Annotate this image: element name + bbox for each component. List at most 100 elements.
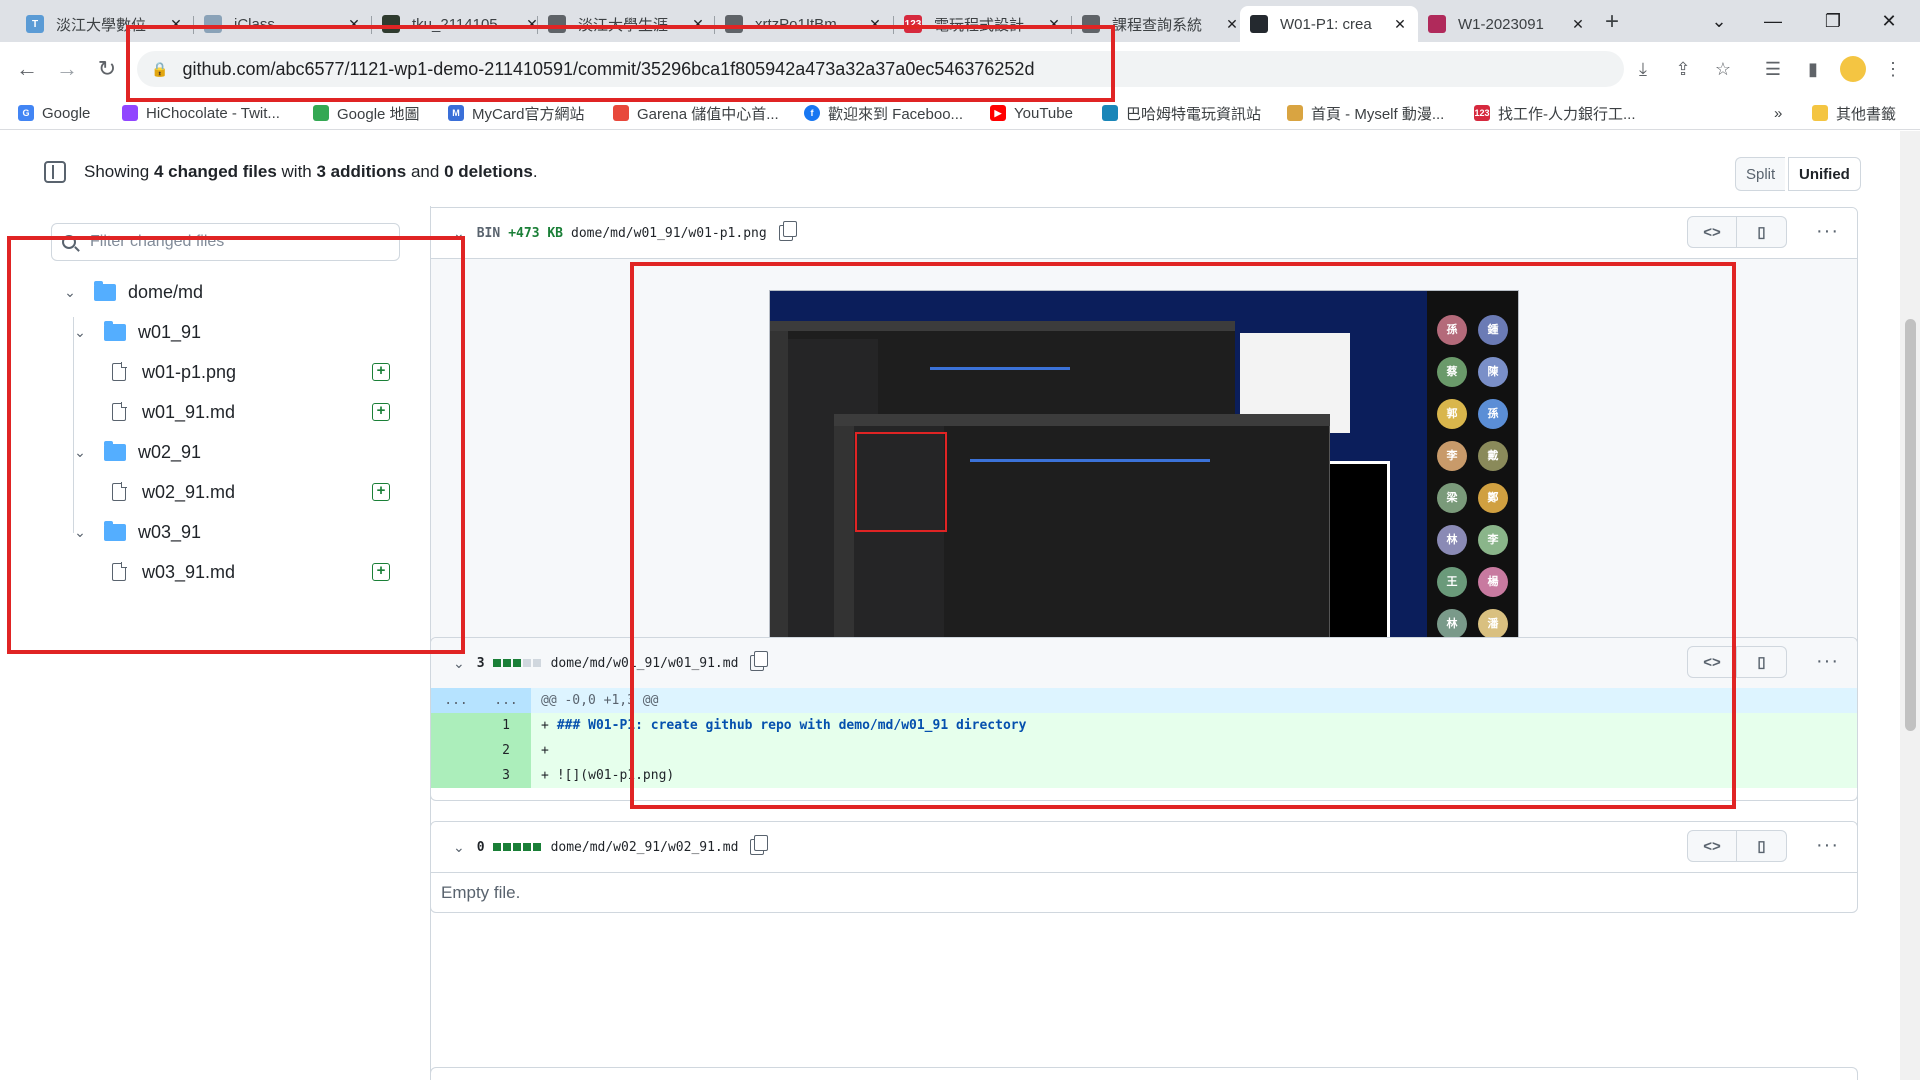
tree-folder-dome-md[interactable]: ⌄ dome/md: [60, 275, 203, 309]
chevron-down-icon[interactable]: ⌄: [453, 839, 465, 856]
browser-menu-icon[interactable]: ⋮: [1880, 56, 1906, 82]
bookmark-label: 首頁 - Myself 動漫...: [1311, 105, 1445, 123]
bookmark-garena[interactable]: Garena 儲值中心首...: [613, 102, 779, 124]
file-path[interactable]: dome/md/w01_91/w01_91.md: [551, 656, 739, 671]
file-view-icon[interactable]: ▯: [1737, 646, 1787, 678]
bookmarks-overflow-button[interactable]: »: [1774, 102, 1782, 124]
reload-icon[interactable]: ↻: [92, 54, 122, 84]
filter-changed-files-input[interactable]: Filter changed files: [51, 223, 400, 261]
tab-2[interactable]: iClass ✕: [194, 6, 372, 42]
copy-icon[interactable]: [750, 651, 769, 671]
file-view-icon[interactable]: ▯: [1737, 830, 1787, 862]
chevron-down-icon[interactable]: ⌄: [453, 655, 465, 672]
bookmark-facebook[interactable]: f 歡迎來到 Faceboo...: [804, 102, 963, 124]
more-options-icon[interactable]: ···: [1816, 834, 1839, 857]
new-line-number[interactable]: 1: [481, 713, 531, 738]
minimize-button[interactable]: —: [1750, 6, 1796, 36]
bahamut-icon: [1102, 105, 1118, 121]
page-scrollbar[interactable]: [1900, 131, 1920, 1080]
scrollbar-thumb[interactable]: [1905, 319, 1916, 731]
bookmark-myself[interactable]: 首頁 - Myself 動漫...: [1287, 102, 1444, 124]
bookmark-mycard[interactable]: M MyCard官方網站: [448, 102, 585, 124]
tab-3[interactable]: tku_2114105 ✕: [372, 6, 550, 42]
close-window-button[interactable]: ✕: [1866, 6, 1912, 36]
reading-list-icon[interactable]: ☰: [1760, 56, 1786, 82]
tree-folder-w02[interactable]: ⌄ w02_91: [70, 435, 201, 469]
tab-1[interactable]: T 淡江大學數位 ✕: [16, 6, 194, 42]
github-commit-page: Showing 4 changed files with 3 additions…: [0, 131, 1900, 1080]
close-tab-icon[interactable]: ✕: [1224, 16, 1240, 33]
code-view-icon[interactable]: <>: [1687, 216, 1737, 248]
diffstat-bar: [492, 843, 543, 851]
new-tab-button[interactable]: +: [1598, 8, 1626, 36]
share-icon[interactable]: ⇪: [1670, 56, 1696, 82]
new-line-number[interactable]: 3: [481, 763, 531, 788]
tab-active-commit[interactable]: W01-P1: crea ✕: [1240, 6, 1418, 42]
split-view-button[interactable]: Split: [1735, 157, 1786, 191]
lock-icon: 🔒: [151, 60, 169, 77]
tree-folder-w01[interactable]: ⌄ w01_91: [70, 315, 201, 349]
sidebar-toggle-icon[interactable]: [44, 161, 66, 183]
tree-file-w01-p1-png[interactable]: w01-p1.png: [112, 355, 236, 389]
binary-label: BIN: [476, 225, 501, 241]
mycard-icon: M: [448, 105, 464, 121]
side-panel-icon[interactable]: ▮: [1800, 56, 1826, 82]
tab-search-icon[interactable]: ⌄: [1696, 6, 1742, 36]
restore-button[interactable]: ❐: [1810, 6, 1856, 36]
code-view-icon[interactable]: <>: [1687, 646, 1737, 678]
folder-icon: [104, 520, 126, 541]
close-tab-icon[interactable]: ✕: [168, 16, 184, 33]
tree-file-w02-91-md[interactable]: w02_91.md: [112, 475, 235, 509]
old-line-number[interactable]: [431, 763, 481, 788]
bookmark-twitch[interactable]: HiChocolate - Twit...: [122, 102, 280, 124]
close-tab-icon[interactable]: ✕: [1046, 16, 1062, 33]
close-tab-icon[interactable]: ✕: [1392, 16, 1408, 33]
copy-icon[interactable]: [750, 835, 769, 855]
more-options-icon[interactable]: ···: [1816, 220, 1839, 243]
tab-6[interactable]: 123 電玩程式設計 ✕: [894, 6, 1072, 42]
old-line-number[interactable]: [431, 738, 481, 763]
new-line-number[interactable]: 2: [481, 738, 531, 763]
bookmark-google[interactable]: G Google: [18, 102, 90, 124]
other-bookmarks[interactable]: 其他書籤: [1812, 102, 1896, 124]
close-tab-icon[interactable]: ✕: [867, 16, 883, 33]
bookmark-google-maps[interactable]: Google 地圖: [313, 102, 420, 124]
chevron-down-icon: ⌄: [74, 323, 86, 340]
file-path[interactable]: dome/md/w01_91/w01-p1.png: [571, 226, 767, 241]
expand-down-button[interactable]: ...: [481, 688, 531, 713]
unified-view-button[interactable]: Unified: [1788, 157, 1861, 191]
tab-7[interactable]: 課程查詢系統 ✕: [1072, 6, 1250, 42]
summary-text: Showing: [84, 162, 150, 181]
close-tab-icon[interactable]: ✕: [690, 16, 706, 33]
tab-4[interactable]: 淡江大學生涯 ✕: [538, 6, 716, 42]
expand-up-button[interactable]: ...: [431, 688, 481, 713]
tree-file-w01-91-md[interactable]: w01_91.md: [112, 395, 235, 429]
tab-favicon-icon: 123: [904, 15, 922, 33]
file-path[interactable]: dome/md/w02_91/w02_91.md: [551, 840, 739, 855]
close-tab-icon[interactable]: ✕: [346, 16, 362, 33]
bookmark-youtube[interactable]: ▶ YouTube: [990, 102, 1073, 124]
tab-9[interactable]: W1-2023091 ✕: [1418, 6, 1596, 42]
code-view-icon[interactable]: <>: [1687, 830, 1737, 862]
forward-arrow-icon[interactable]: →: [52, 54, 82, 84]
more-options-icon[interactable]: ···: [1816, 650, 1839, 673]
address-bar[interactable]: 🔒 github.com/abc6577/1121-wp1-demo-21141…: [137, 51, 1624, 87]
profile-avatar[interactable]: [1840, 56, 1866, 82]
code-text: ![](w01-p1.png): [556, 768, 675, 783]
bookmark-label: 巴哈姆特電玩資訊站: [1126, 105, 1262, 123]
bookmark-bahamut[interactable]: 巴哈姆特電玩資訊站: [1102, 102, 1261, 124]
bookmark-star-icon[interactable]: ☆: [1710, 56, 1736, 82]
close-tab-icon[interactable]: ✕: [1570, 16, 1586, 33]
file-view-icon[interactable]: ▯: [1737, 216, 1787, 248]
tab-title: 淡江大學數位: [56, 16, 147, 34]
tree-folder-w03[interactable]: ⌄ w03_91: [70, 515, 201, 549]
bookmark-job-bank[interactable]: 123 找工作-人力銀行工...: [1474, 102, 1636, 124]
copy-icon[interactable]: [778, 221, 797, 241]
old-line-number[interactable]: [431, 713, 481, 738]
file-added-icon: +: [372, 363, 390, 381]
tab-5[interactable]: xrtzPo1ItBm ✕: [715, 6, 893, 42]
back-arrow-icon[interactable]: ←: [12, 54, 42, 84]
install-app-icon[interactable]: ⤓: [1630, 56, 1656, 82]
chevron-down-icon[interactable]: ⌄: [453, 225, 465, 242]
tree-file-w03-91-md[interactable]: w03_91.md: [112, 555, 235, 589]
